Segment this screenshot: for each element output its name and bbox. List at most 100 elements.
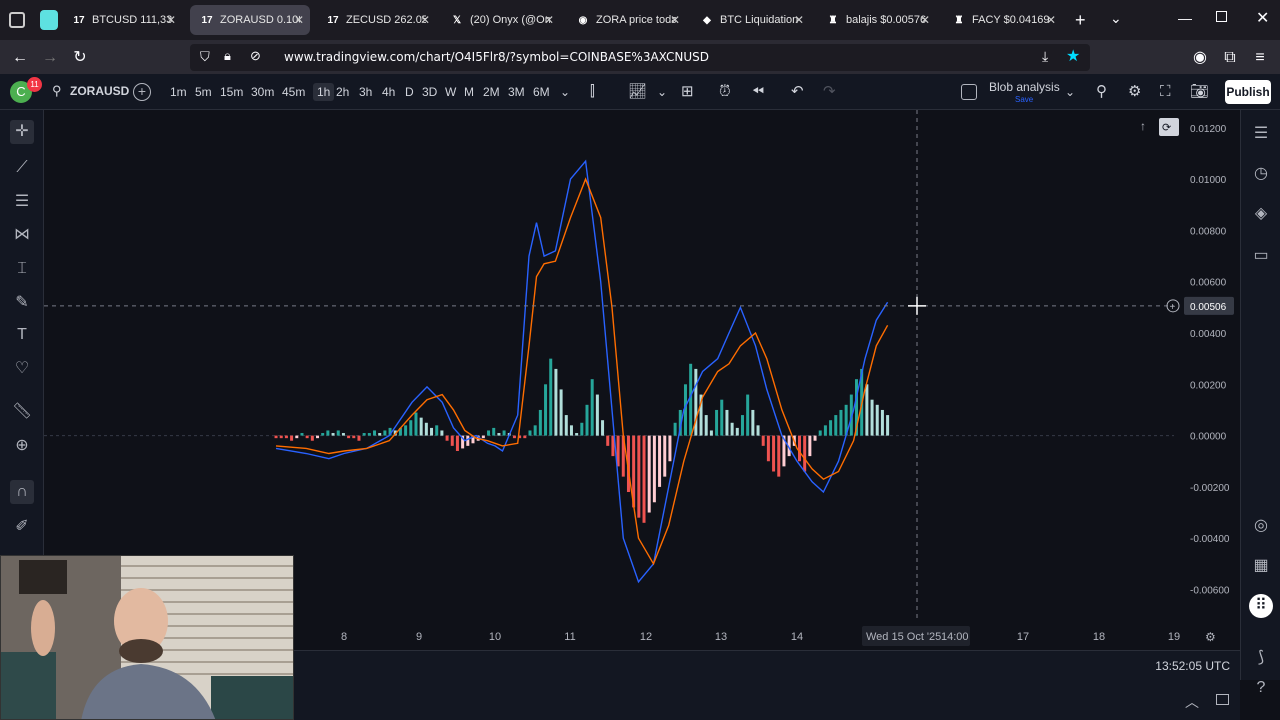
browser-tab[interactable]: 17 ZORAUSD 0.1081✕: [190, 5, 310, 35]
layout-grid-icon[interactable]: ⊞: [681, 83, 694, 101]
redo-icon[interactable]: ↷: [823, 83, 836, 101]
interval-3M[interactable]: 3M: [508, 83, 525, 101]
close-window-button[interactable]: ✕: [1256, 8, 1269, 28]
ruler-icon[interactable]: 📏︎: [10, 400, 34, 424]
target-icon[interactable]: ◎: [1249, 514, 1273, 538]
interval-5m[interactable]: 5m: [195, 83, 212, 101]
alert-icon[interactable]: ⏰︎: [719, 83, 731, 101]
browser-tab[interactable]: 17 ZECUSD 262.05 ✕: [316, 5, 436, 35]
calendar-icon[interactable]: ▦: [1249, 554, 1273, 578]
interval-D[interactable]: D: [405, 83, 414, 101]
menu-icon[interactable]: ≡: [1250, 48, 1270, 68]
save-page-icon[interactable]: ⤓: [1042, 48, 1048, 65]
interval-2h[interactable]: 2h: [336, 83, 349, 101]
quick-search-icon[interactable]: ⚲: [1096, 83, 1107, 101]
fib-icon[interactable]: ☰: [10, 190, 34, 214]
utc-clock[interactable]: 13:52:05 UTC: [1155, 659, 1230, 673]
candles-icon[interactable]: ⫿: [590, 83, 595, 101]
close-icon[interactable]: ✕: [670, 13, 680, 27]
lock-icon[interactable]: 🔒︎: [224, 48, 231, 64]
browser-tab[interactable]: ◆ BTC Liquidation Le✕: [690, 5, 810, 35]
histogram-bar: [875, 404, 879, 436]
compare-add-icon[interactable]: +: [133, 83, 151, 101]
browser-tab[interactable]: 𝕏 (20) Onyx (@Onyx✕: [440, 5, 560, 35]
chevron-down-icon[interactable]: ⌄: [1065, 83, 1075, 101]
account-icon[interactable]: ◉: [1190, 48, 1210, 68]
lock-drawings-icon[interactable]: ✐: [10, 515, 34, 539]
heart-icon[interactable]: ♡: [10, 357, 34, 381]
interval-W[interactable]: W: [445, 83, 456, 101]
browser-tab[interactable]: 17 BTCUSD 111,332.6✕: [62, 5, 182, 35]
layout-name[interactable]: Blob analysis: [989, 80, 1060, 94]
close-icon[interactable]: ✕: [294, 13, 304, 27]
search-icon[interactable]: ⚲: [52, 83, 62, 99]
histogram-bar: [295, 435, 299, 439]
interval-30m[interactable]: 30m: [251, 83, 274, 101]
zoom-in-icon[interactable]: ⊕: [10, 434, 34, 458]
settings-icon[interactable]: ⚙: [1128, 83, 1141, 101]
interval-3D[interactable]: 3D: [422, 83, 437, 101]
axis-settings-icon[interactable]: ⚙: [1205, 630, 1216, 644]
crosshair-icon[interactable]: ✛: [10, 120, 34, 144]
projection-icon[interactable]: ⌶: [10, 257, 34, 281]
browser-tab[interactable]: ♜ balajis $0.005766 ✕: [816, 5, 936, 35]
brush-icon[interactable]: ✎: [10, 291, 34, 315]
address-field[interactable]: ⛉ 🔒︎ ⊘ www.tradingview.com/chart/O4I5Flr…: [190, 44, 1090, 71]
interval-M[interactable]: M: [464, 83, 474, 101]
trend-line-icon[interactable]: ⟋: [10, 156, 34, 180]
broadcast-icon[interactable]: ⟆: [1249, 646, 1273, 670]
browser-tab[interactable]: ◉ ZORA price today ✕: [566, 5, 686, 35]
interval-1m[interactable]: 1m: [170, 83, 187, 101]
indicators-icon[interactable]: 📈︎: [628, 83, 647, 101]
maximize-button[interactable]: [1216, 11, 1227, 22]
extension-icon[interactable]: [40, 10, 58, 30]
shield-icon[interactable]: ⛉: [200, 49, 210, 65]
interval-1h[interactable]: 1h: [313, 83, 335, 101]
back-icon[interactable]: ←: [10, 48, 30, 68]
chat-icon[interactable]: ▭: [1249, 244, 1273, 268]
watchlist-icon[interactable]: ☰: [1249, 122, 1273, 146]
chevron-down-icon[interactable]: ⌄: [560, 83, 570, 101]
minimize-button[interactable]: —: [1178, 10, 1192, 26]
pattern-icon[interactable]: ⋈: [10, 223, 34, 247]
layout-checkbox[interactable]: [961, 84, 977, 100]
interval-3h[interactable]: 3h: [359, 83, 372, 101]
alerts-clock-icon[interactable]: ◷: [1249, 162, 1273, 186]
plus-icon[interactable]: +: [1170, 302, 1176, 313]
apps-grid-icon[interactable]: ⠿: [1249, 594, 1273, 618]
close-icon[interactable]: ✕: [920, 13, 930, 27]
close-icon[interactable]: ✕: [420, 13, 430, 27]
interval-4h[interactable]: 4h: [382, 83, 395, 101]
browser-tab[interactable]: ♜ FACY $0.04169 - /✕: [942, 5, 1062, 35]
tab-list-icon[interactable]: [9, 12, 25, 28]
close-icon[interactable]: ✕: [544, 13, 554, 27]
reload-icon[interactable]: ↻: [70, 48, 90, 68]
new-tab-button[interactable]: +: [1075, 10, 1086, 31]
interval-45m[interactable]: 45m: [282, 83, 305, 101]
fullscreen-icon[interactable]: ⛶: [1160, 83, 1171, 101]
bookmark-star-icon[interactable]: ★: [1066, 46, 1080, 66]
chevron-down-icon[interactable]: ⌄: [1110, 10, 1122, 27]
layers-icon[interactable]: ◈: [1249, 202, 1273, 226]
camera-icon[interactable]: 📷︎: [1190, 83, 1209, 101]
help-icon[interactable]: ?: [1249, 676, 1273, 700]
forward-icon[interactable]: →: [40, 48, 60, 68]
interval-15m[interactable]: 15m: [220, 83, 243, 101]
extensions-icon[interactable]: ⧉: [1220, 48, 1240, 68]
undo-icon[interactable]: ↶: [791, 83, 804, 101]
publish-button[interactable]: Publish: [1225, 80, 1271, 104]
magnet-icon[interactable]: ∩: [10, 480, 34, 504]
interval-6M[interactable]: 6M: [533, 83, 550, 101]
scroll-up-icon[interactable]: ↑: [1140, 119, 1146, 133]
chevron-up-icon[interactable]: ︿: [1185, 692, 1199, 712]
interval-2M[interactable]: 2M: [483, 83, 500, 101]
close-icon[interactable]: ✕: [1046, 13, 1056, 27]
replay-icon[interactable]: ⏪︎: [752, 83, 764, 101]
close-icon[interactable]: ✕: [166, 13, 176, 27]
text-icon[interactable]: T: [10, 323, 34, 347]
symbol-search[interactable]: ZORAUSD: [70, 84, 129, 98]
chevron-down-icon[interactable]: ⌄: [657, 83, 667, 101]
maximize-panel-icon[interactable]: [1216, 694, 1229, 705]
permissions-icon[interactable]: ⊘: [250, 48, 261, 64]
close-icon[interactable]: ✕: [794, 13, 804, 27]
